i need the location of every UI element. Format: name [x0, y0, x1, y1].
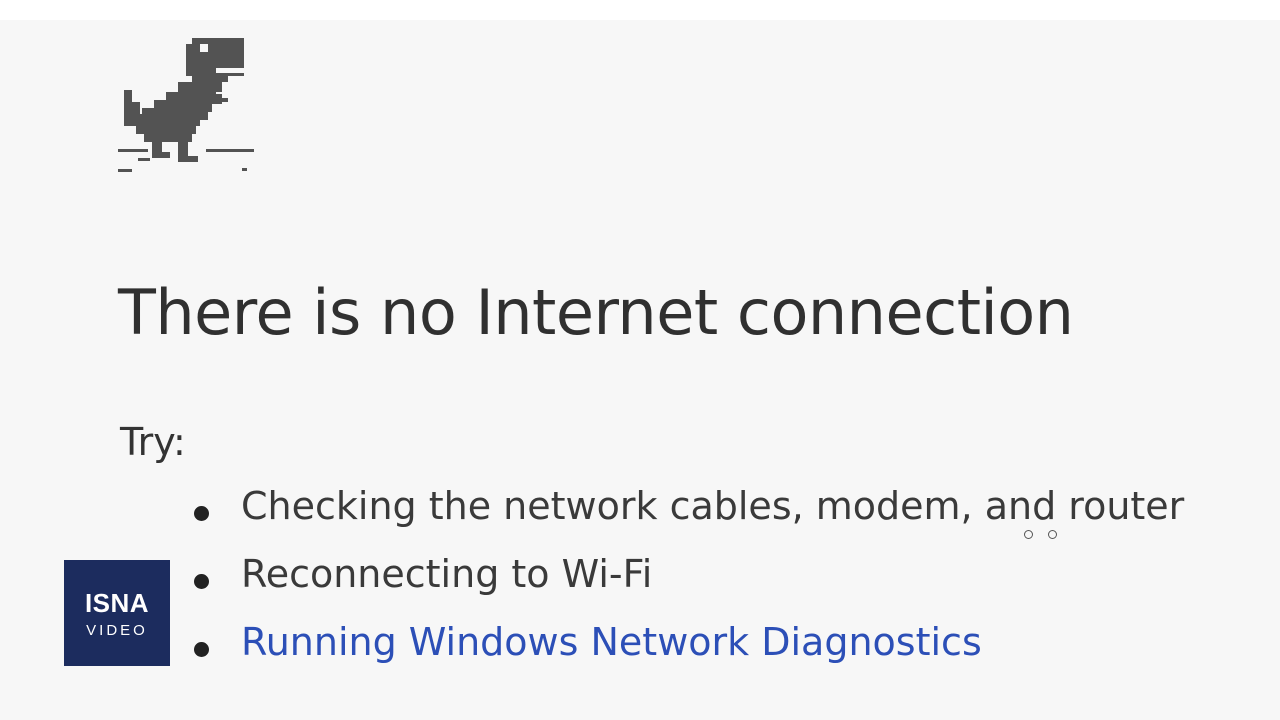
- offline-dinosaur-icon: [118, 38, 254, 172]
- suggestion-text: Checking the network cables, modem, and …: [241, 484, 1185, 528]
- network-diagnostics-link[interactable]: Running Windows Network Diagnostics: [241, 620, 982, 664]
- suggestion-text: Reconnecting to Wi-Fi: [241, 552, 653, 596]
- try-label: Try:: [120, 420, 186, 464]
- bullet-icon: [194, 642, 209, 657]
- top-strip: [0, 0, 1280, 20]
- error-title: There is no Internet connection: [118, 276, 1074, 349]
- watermark-line1: ISNA: [84, 588, 150, 618]
- bullet-icon: [194, 574, 209, 589]
- bullet-icon: [194, 506, 209, 521]
- cursor-marks: [1024, 530, 1060, 540]
- watermark-line2: VIDEO: [86, 622, 148, 639]
- isna-video-watermark: ISNA VIDEO: [64, 560, 170, 666]
